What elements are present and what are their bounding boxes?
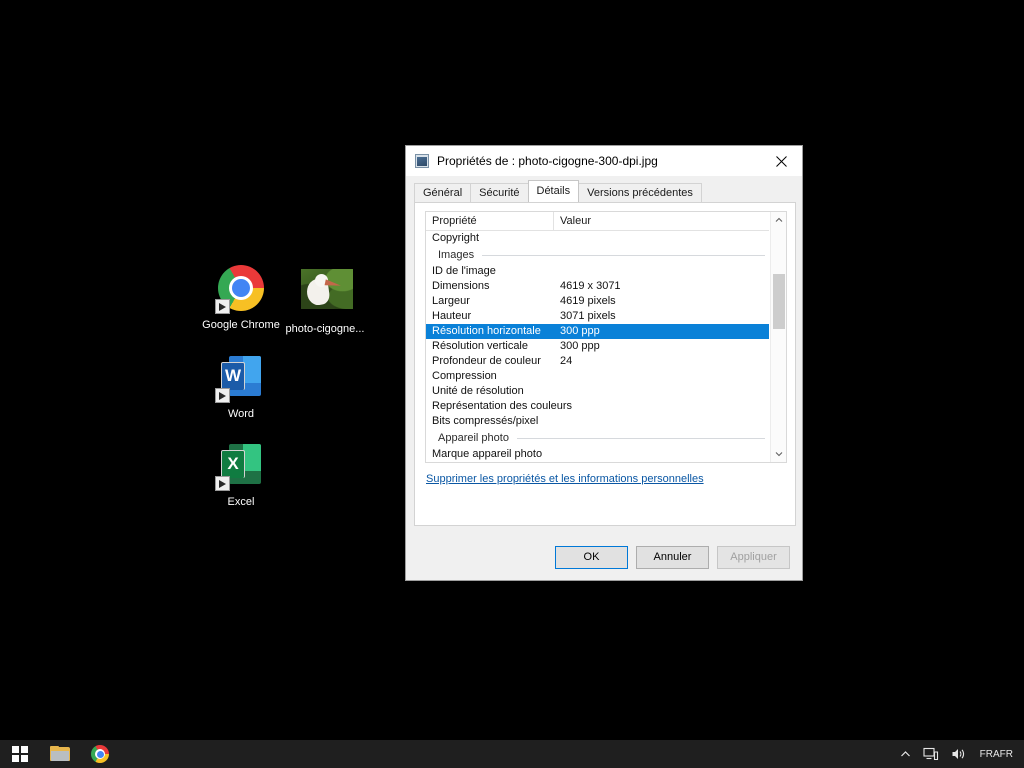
word-icon: W [215,354,265,403]
tab-details[interactable]: Détails [527,180,580,202]
network-icon[interactable] [917,740,945,768]
group-header-appareil-photo: Appareil photo [426,429,769,447]
tab-general[interactable]: Général [414,183,472,202]
dialog-title: Propriétés de : photo-cigogne-300-dpi.jp… [437,154,658,168]
desktop-icon-label: Word [227,408,255,420]
row-property: Compression [432,370,497,382]
table-row[interactable]: Représentation des couleurs [426,399,769,414]
row-value: 300 ppp [560,340,600,352]
desktop-icon-photo-cigogne[interactable]: photo-cigogne... [282,264,368,336]
row-value [554,414,769,429]
taskbar-file-explorer[interactable] [40,740,80,768]
shortcut-overlay-icon [215,476,230,491]
desktop-icon-label: Excel [227,496,255,508]
row-property: Représentation des couleurs [432,400,573,412]
table-row[interactable]: Largeur 4619 pixels [426,294,769,309]
row-property: Résolution verticale [432,340,528,352]
excel-icon: X [215,442,265,491]
shortcut-overlay-icon [215,388,230,403]
desktop-icon-google-chrome[interactable]: Google Chrome [198,264,284,332]
table-row[interactable]: Résolution verticale 300 ppp [426,339,769,354]
group-divider [516,437,765,439]
group-label: Images [438,249,475,261]
row-value: 4619 pixels [560,295,616,307]
taskbar[interactable]: FRA FR [0,740,1024,768]
scroll-up-icon[interactable] [771,212,786,228]
column-header-value: Valeur [560,215,591,227]
row-value: 4619 x 3071 [560,280,621,292]
table-row[interactable]: ID de l'image [426,264,769,279]
scroll-down-icon[interactable] [771,446,786,462]
chrome-icon [91,745,109,763]
column-header-property: Propriété [426,212,554,230]
table-row[interactable]: Dimensions 4619 x 3071 [426,279,769,294]
properties-list-header: Propriété Valeur [426,212,769,231]
cancel-button[interactable]: Annuler [636,545,709,569]
apply-button[interactable]: Appliquer [717,545,790,569]
desktop-icon-excel[interactable]: X Excel [198,440,284,509]
row-property: Marque appareil photo [432,448,543,460]
desktop-icon-label: Google Chrome [202,319,280,331]
row-value: 3071 pixels [560,310,616,322]
dialog-button-bar: OK Annuler Appliquer [406,534,802,580]
tab-securite[interactable]: Sécurité [470,183,529,202]
close-icon[interactable] [760,146,802,176]
system-tray[interactable]: FRA FR [894,740,1024,768]
table-row-selected[interactable]: Résolution horizontale 300 ppp [426,324,769,339]
dialog-title-bar[interactable]: Propriétés de : photo-cigogne-300-dpi.jp… [406,146,802,176]
row-property: Largeur [432,295,470,307]
ok-button[interactable]: OK [555,545,628,569]
table-row[interactable]: Compression [426,369,769,384]
row-value: 24 [560,355,573,367]
row-value [554,264,769,279]
row-value [554,369,769,384]
scrollbar-thumb[interactable] [773,274,785,329]
remove-properties-link[interactable]: Supprimer les propriétés et les informat… [426,473,704,485]
group-divider [482,254,765,256]
table-row[interactable]: Unité de résolution [426,384,769,399]
file-properties-dialog[interactable]: Propriétés de : photo-cigogne-300-dpi.jp… [405,145,803,581]
folder-icon [50,746,70,762]
row-value [554,384,769,399]
volume-icon[interactable] [945,740,973,768]
taskbar-google-chrome[interactable] [80,740,120,768]
table-row[interactable]: Copyright [426,231,769,246]
language-secondary: FR [999,748,1013,760]
properties-list[interactable]: Propriété Valeur Copyright Images ID de … [425,211,787,463]
row-property: Résolution horizontale [432,325,541,337]
chevron-up-icon[interactable] [894,740,917,768]
start-button[interactable] [0,740,40,768]
row-property: Copyright [432,232,480,244]
table-row[interactable]: Hauteur 3071 pixels [426,309,769,324]
row-property: Dimensions [432,280,490,292]
row-value [586,447,769,462]
row-value [586,399,769,414]
row-property: Bits compressés/pixel [432,415,539,427]
table-row[interactable]: Profondeur de couleur 24 [426,354,769,369]
table-row[interactable]: Marque appareil photo [426,447,769,462]
row-property: Hauteur [432,310,472,322]
windows-logo-icon [12,746,28,762]
image-thumbnail-icon [301,269,353,317]
language-indicator[interactable]: FRA FR [973,740,1020,768]
row-value: 300 ppp [560,325,600,337]
chrome-icon [215,265,265,314]
table-row[interactable]: Bits compressés/pixel [426,414,769,429]
shortcut-overlay-icon [215,299,230,314]
row-property: ID de l'image [432,265,496,277]
details-tab-panel: Propriété Valeur Copyright Images ID de … [414,202,796,526]
group-header-images: Images [426,246,769,264]
properties-list-scrollbar[interactable] [770,212,786,462]
dialog-tabs[interactable]: Général Sécurité Détails Versions précéd… [414,180,802,202]
group-label: Appareil photo [438,432,509,444]
row-property: Unité de résolution [432,385,524,397]
desktop-icon-label: photo-cigogne... [285,323,365,335]
row-property: Profondeur de couleur [432,355,541,367]
desktop-icon-word[interactable]: W Word [198,352,284,421]
tab-versions-precedentes[interactable]: Versions précédentes [578,183,702,202]
image-file-icon [415,154,429,168]
properties-list-viewport: Propriété Valeur Copyright Images ID de … [426,212,769,462]
row-value [554,231,769,246]
language-primary: FRA [979,748,1000,760]
